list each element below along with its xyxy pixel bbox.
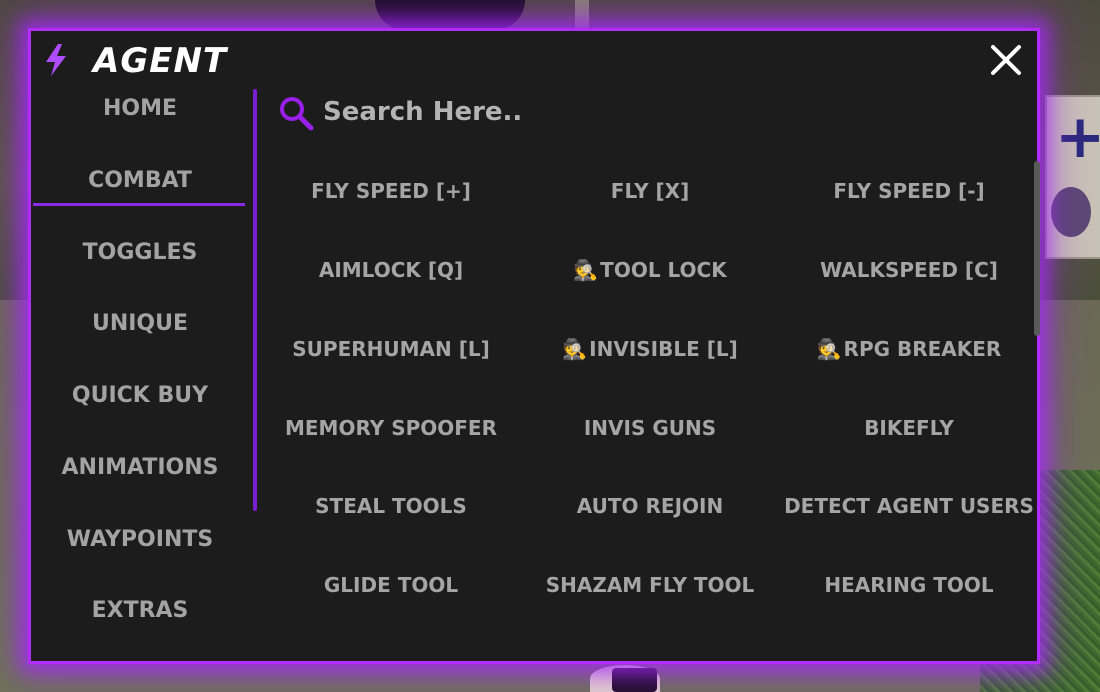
auto-rejoin-button[interactable]: AUTO REJOIN	[522, 486, 778, 526]
button-label: TOOL LOCK	[600, 258, 727, 282]
button-label: SUPERHUMAN [L]	[292, 337, 490, 361]
sign-plus-icon: +	[1055, 102, 1100, 172]
active-tab-indicator	[33, 203, 245, 206]
close-icon[interactable]	[989, 43, 1023, 77]
glide-tool-button[interactable]: GLIDE TOOL	[263, 565, 519, 605]
button-label: STEAL TOOLS	[315, 494, 467, 518]
button-label: BIKEFLY	[864, 416, 954, 440]
background-character	[375, 0, 525, 30]
background-sign: +	[1045, 95, 1100, 259]
invis-guns-button[interactable]: INVIS GUNS	[522, 408, 778, 448]
button-label: SHAZAM FLY TOOL	[545, 573, 755, 597]
background-pole	[575, 0, 589, 30]
button-label: FLY [X]	[610, 179, 690, 203]
button-label: WALKSPEED [C]	[820, 258, 998, 282]
button-label: FLY SPEED [+]	[311, 179, 471, 203]
button-label: GLIDE TOOL	[323, 573, 459, 597]
bikefly-button[interactable]: BIKEFLY	[781, 408, 1037, 448]
sidebar-item-waypoints[interactable]: WAYPOINTS	[31, 520, 249, 560]
spy-icon: 🕵	[573, 258, 599, 282]
search-input[interactable]	[323, 91, 883, 133]
button-label: INVIS GUNS	[583, 416, 717, 440]
sidebar-divider[interactable]	[253, 89, 257, 511]
steal-tools-button[interactable]: STEAL TOOLS	[263, 486, 519, 526]
scrollbar[interactable]	[1034, 161, 1040, 336]
sidebar-item-extras[interactable]: EXTRAS	[31, 591, 249, 631]
fly-speed-down-button[interactable]: FLY SPEED [-]	[781, 171, 1037, 211]
hearing-tool-button[interactable]: HEARING TOOL	[781, 565, 1037, 605]
sidebar-item-home[interactable]: HOME	[31, 89, 249, 129]
sidebar-item-toggles[interactable]: TOGGLES	[31, 233, 249, 273]
tool-lock-button[interactable]: 🕵 TOOL LOCK	[522, 250, 778, 290]
button-label: FLY SPEED [-]	[833, 179, 985, 203]
lightning-bolt-icon	[46, 44, 66, 76]
button-label: MEMORY SPOOFER	[284, 416, 497, 440]
invisible-button[interactable]: 🕵 INVISIBLE [L]	[522, 329, 778, 369]
aimlock-button[interactable]: AIMLOCK [Q]	[263, 250, 519, 290]
memory-spoofer-button[interactable]: MEMORY SPOOFER	[263, 408, 519, 448]
sign-portrait	[1051, 187, 1091, 237]
spy-icon: 🕵	[562, 337, 588, 361]
walkspeed-button[interactable]: WALKSPEED [C]	[781, 250, 1037, 290]
magnifier-icon	[280, 97, 314, 131]
fly-button[interactable]: FLY [X]	[522, 171, 778, 211]
detect-agent-users-button[interactable]: DETECT AGENT USERS	[781, 486, 1037, 526]
window-title: AGENT	[93, 41, 228, 81]
sidebar-item-combat[interactable]: COMBAT	[31, 161, 249, 201]
sidebar-item-animations[interactable]: ANIMATIONS	[31, 448, 249, 488]
fly-speed-up-button[interactable]: FLY SPEED [+]	[263, 171, 519, 211]
button-label: AIMLOCK [Q]	[318, 258, 464, 282]
background-object-dark	[612, 668, 657, 692]
button-label: AUTO REJOIN	[576, 494, 724, 518]
spy-icon: 🕵	[816, 337, 842, 361]
button-label: DETECT AGENT USERS	[784, 494, 1034, 518]
shazam-fly-tool-button[interactable]: SHAZAM FLY TOOL	[522, 565, 778, 605]
superhuman-button[interactable]: SUPERHUMAN [L]	[263, 329, 519, 369]
button-label: RPG BREAKER	[843, 337, 1002, 361]
sidebar-item-quick-buy[interactable]: QUICK BUY	[31, 376, 249, 416]
rpg-breaker-button[interactable]: 🕵 RPG BREAKER	[781, 329, 1037, 369]
button-label: INVISIBLE [L]	[589, 337, 738, 361]
agent-window: AGENT HOME COMBAT TOGGLES UNIQUE QUICK B…	[28, 28, 1040, 664]
sidebar-item-unique[interactable]: UNIQUE	[31, 304, 249, 344]
button-label: HEARING TOOL	[824, 573, 994, 597]
